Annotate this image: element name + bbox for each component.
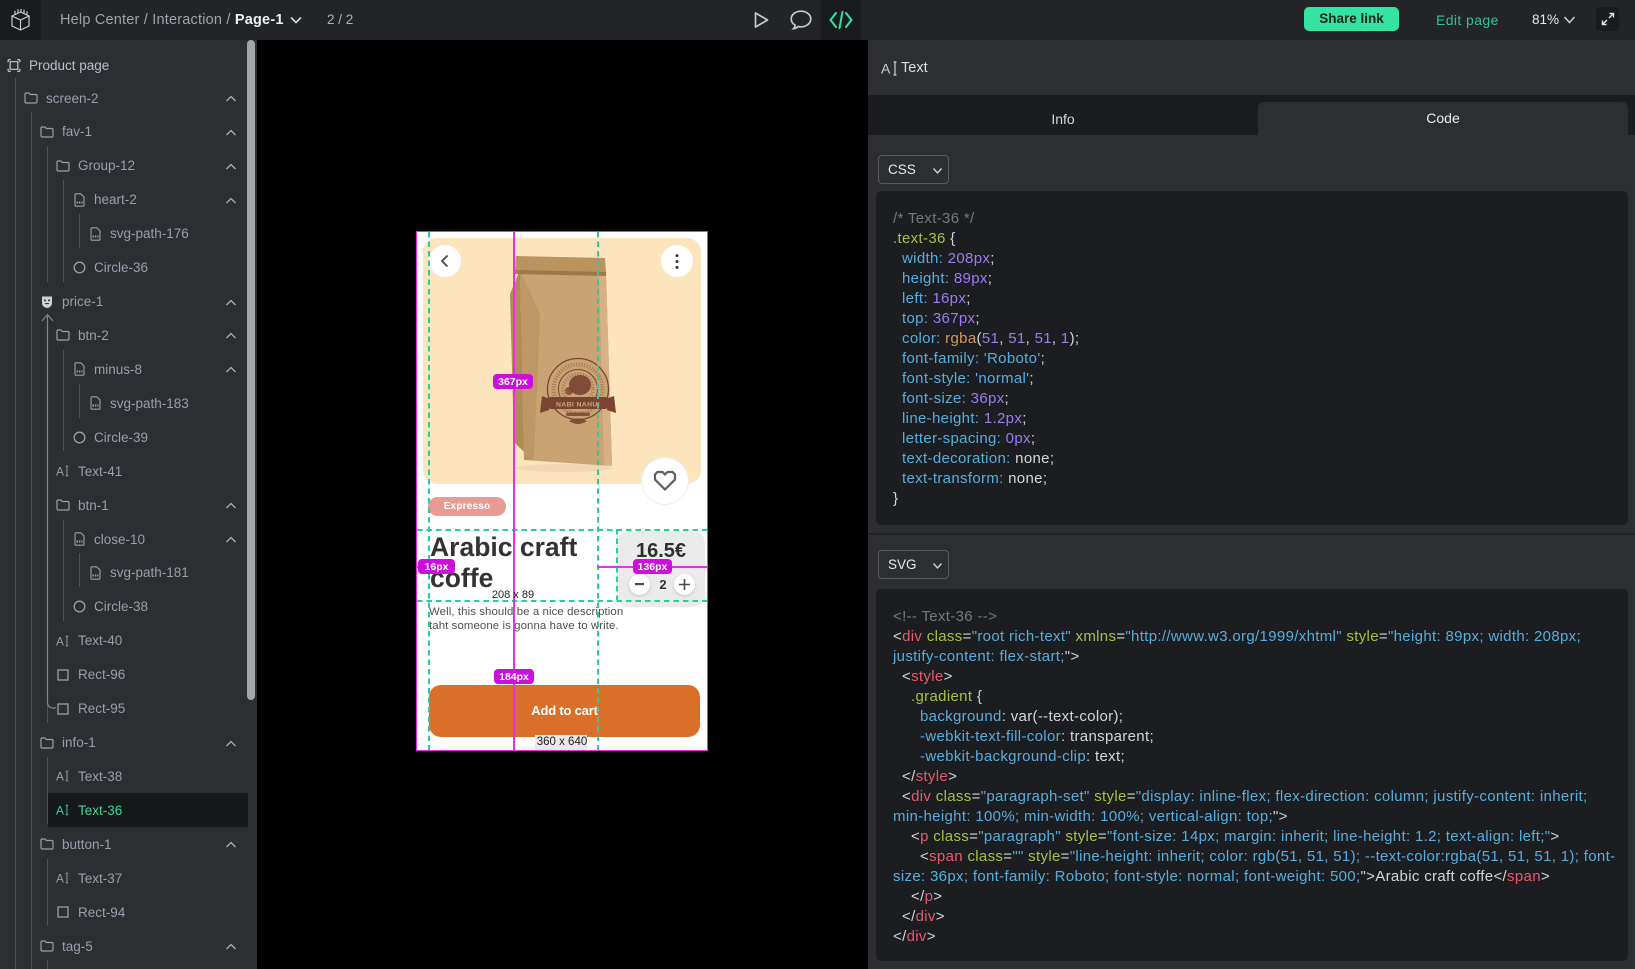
svg-text:A: A	[56, 872, 64, 886]
svg-text:A: A	[56, 464, 64, 478]
svg-text:A: A	[881, 61, 891, 76]
svg-text:A: A	[56, 770, 64, 784]
svg-text:A: A	[56, 804, 64, 818]
svg-text:NABI NAHUI: NABI NAHUI	[556, 402, 600, 409]
svg-text:A: A	[56, 634, 64, 648]
